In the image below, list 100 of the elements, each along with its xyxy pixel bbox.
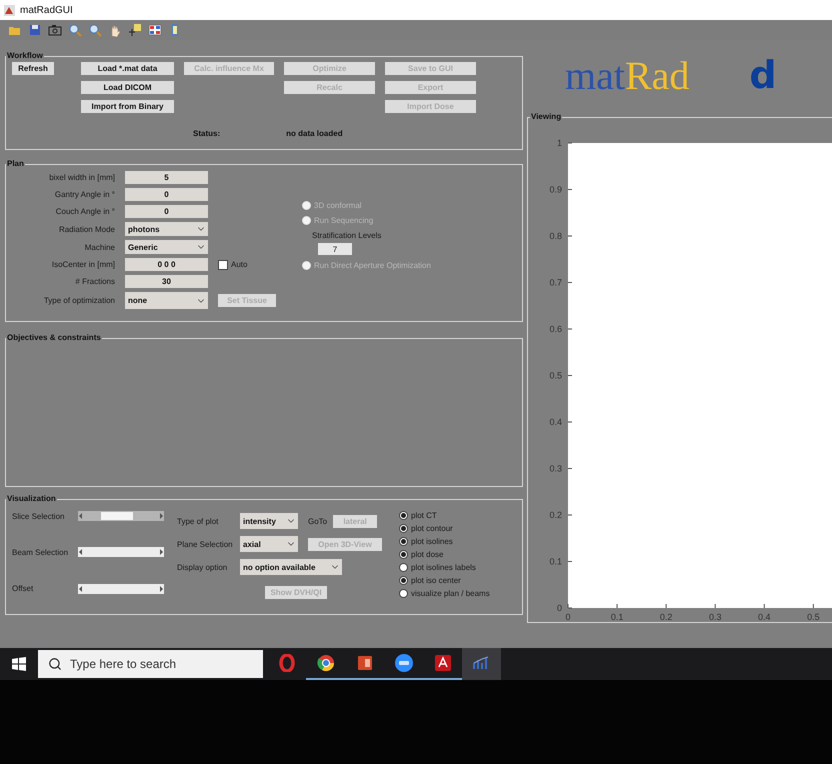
zoom-in-icon[interactable] (68, 23, 82, 37)
dropdown[interactable]: Generic (125, 240, 208, 254)
input-field[interactable]: 30 (125, 275, 208, 288)
app-icon (4, 4, 15, 16)
y-tick-label: 0.9 (549, 184, 562, 194)
camera-icon[interactable] (48, 23, 62, 37)
dropdown[interactable]: intensity (240, 513, 298, 529)
field-label: bixel width in [mm] (48, 173, 115, 182)
ring-app-icon (278, 654, 296, 672)
option-label: plot contour (411, 524, 453, 533)
y-tick: 0.7 (549, 278, 572, 288)
y-tick-label: 0 (556, 603, 562, 613)
field-label: Radiation Mode (58, 224, 115, 234)
x-tick-label: 0 (565, 612, 571, 622)
y-tick-label: 0.4 (549, 417, 562, 427)
y-tick-label: 0.1 (549, 556, 562, 566)
y-tick-label: 0.6 (549, 324, 562, 334)
x-tick-label: 0.3 (708, 612, 722, 622)
checkbox[interactable] (218, 260, 228, 270)
field-label: # Fractions (74, 277, 115, 286)
search-field[interactable]: Type here to search (38, 650, 263, 678)
field-label: Type of plot (177, 516, 220, 526)
y-tick-label: 0.7 (549, 278, 562, 288)
option-label: plot iso center (411, 576, 461, 585)
y-tick-label: 0.3 (549, 464, 562, 474)
field-label: Plane Selection (177, 540, 234, 548)
save-icon[interactable] (28, 23, 42, 37)
colorbar-icon[interactable] (148, 23, 162, 37)
panel-button[interactable]: Load DICOM (81, 81, 174, 94)
slider[interactable] (78, 511, 164, 522)
radio-button[interactable] (399, 550, 408, 559)
y-tick-label: 0.2 (549, 510, 562, 520)
y-tick: 0.3 (549, 464, 572, 474)
panel-button[interactable]: Import from Binary (81, 100, 174, 113)
radio-button[interactable] (399, 537, 408, 546)
option-label: plot dose (411, 550, 444, 559)
dropdown[interactable]: no option available (240, 559, 342, 575)
y-tick: 0.6 (549, 324, 572, 334)
panel-title: Viewing (530, 113, 562, 121)
field-label: Gantry Angle in ° (54, 190, 115, 199)
x-tick-label: 0.5 (807, 612, 820, 622)
y-tick-label: 0.5 (549, 370, 562, 380)
x-tick: 0.1 (610, 604, 624, 622)
option-label: Run Direct Aperture Optimization (314, 261, 431, 270)
browser-icon (316, 654, 334, 672)
y-tick: 0.9 (549, 184, 572, 194)
panel-button[interactable]: Load *.mat data (81, 62, 174, 75)
radio-button[interactable] (399, 563, 408, 572)
window-title: matRadGUI (20, 4, 73, 16)
radio-button[interactable] (399, 524, 408, 533)
option-label: visualize plan / beams (411, 589, 490, 598)
field-label: Stratification Levels (312, 231, 382, 240)
slider-thumb[interactable] (101, 512, 134, 520)
status-label: Status: (193, 129, 220, 138)
x-tick-label: 0.2 (660, 612, 672, 622)
zoom-out-icon[interactable] (88, 23, 102, 37)
field-label: Couch Angle in ° (54, 207, 115, 216)
panel-button[interactable]: Refresh (12, 62, 54, 75)
slider-label: Beam Selection (12, 548, 70, 557)
y-tick: 1 (556, 138, 572, 148)
video-app-icon (394, 653, 414, 673)
panel-title: Workflow (6, 52, 44, 60)
y-tick-label: 0.8 (549, 231, 562, 241)
input-field[interactable]: 0 0 0 (125, 258, 208, 271)
radio-button[interactable] (399, 589, 408, 598)
y-tick: 0.2 (549, 510, 572, 520)
field-label: Display option (177, 562, 228, 572)
input-field[interactable]: 7 (318, 243, 352, 255)
y-tick-label: 1 (556, 138, 562, 148)
x-tick-label: 0.1 (610, 612, 624, 622)
y-tick: 0.8 (549, 231, 572, 241)
x-tick: 0.4 (758, 604, 771, 622)
slider-label: Offset (12, 584, 34, 594)
slides-app-icon (356, 654, 374, 672)
input-field[interactable]: 5 (125, 171, 208, 184)
x-tick-label: 0.4 (758, 612, 771, 622)
input-field[interactable]: 0 (125, 188, 208, 201)
option-label: plot CT (411, 511, 437, 520)
radio-button[interactable] (399, 576, 408, 585)
x-tick: 0.3 (708, 604, 722, 622)
windows-logo-icon (12, 657, 26, 671)
x-tick: 0.5 (807, 604, 820, 622)
input-field[interactable]: 0 (125, 205, 208, 218)
logo: matRad (565, 52, 690, 98)
field-label: Type of optimization (42, 296, 115, 305)
option-label: Run Sequencing (314, 216, 374, 225)
radio-button[interactable] (399, 511, 408, 520)
y-tick: 0.1 (549, 556, 572, 566)
panel-title: Objectives & constraints (6, 334, 102, 342)
search-icon (48, 657, 62, 671)
pdf-app-icon (434, 654, 452, 672)
status-text: no data loaded (286, 129, 343, 138)
dropdown[interactable]: photons (125, 222, 208, 236)
y-tick: 0.4 (549, 417, 572, 427)
data-cursor-icon[interactable] (128, 23, 142, 37)
option-label: plot isolines (411, 537, 453, 546)
dropdown[interactable]: none (125, 292, 208, 309)
dropdown[interactable]: axial (240, 536, 298, 552)
field-label: Machine (84, 242, 115, 252)
field-label: IsoCenter in [mm] (50, 260, 115, 269)
